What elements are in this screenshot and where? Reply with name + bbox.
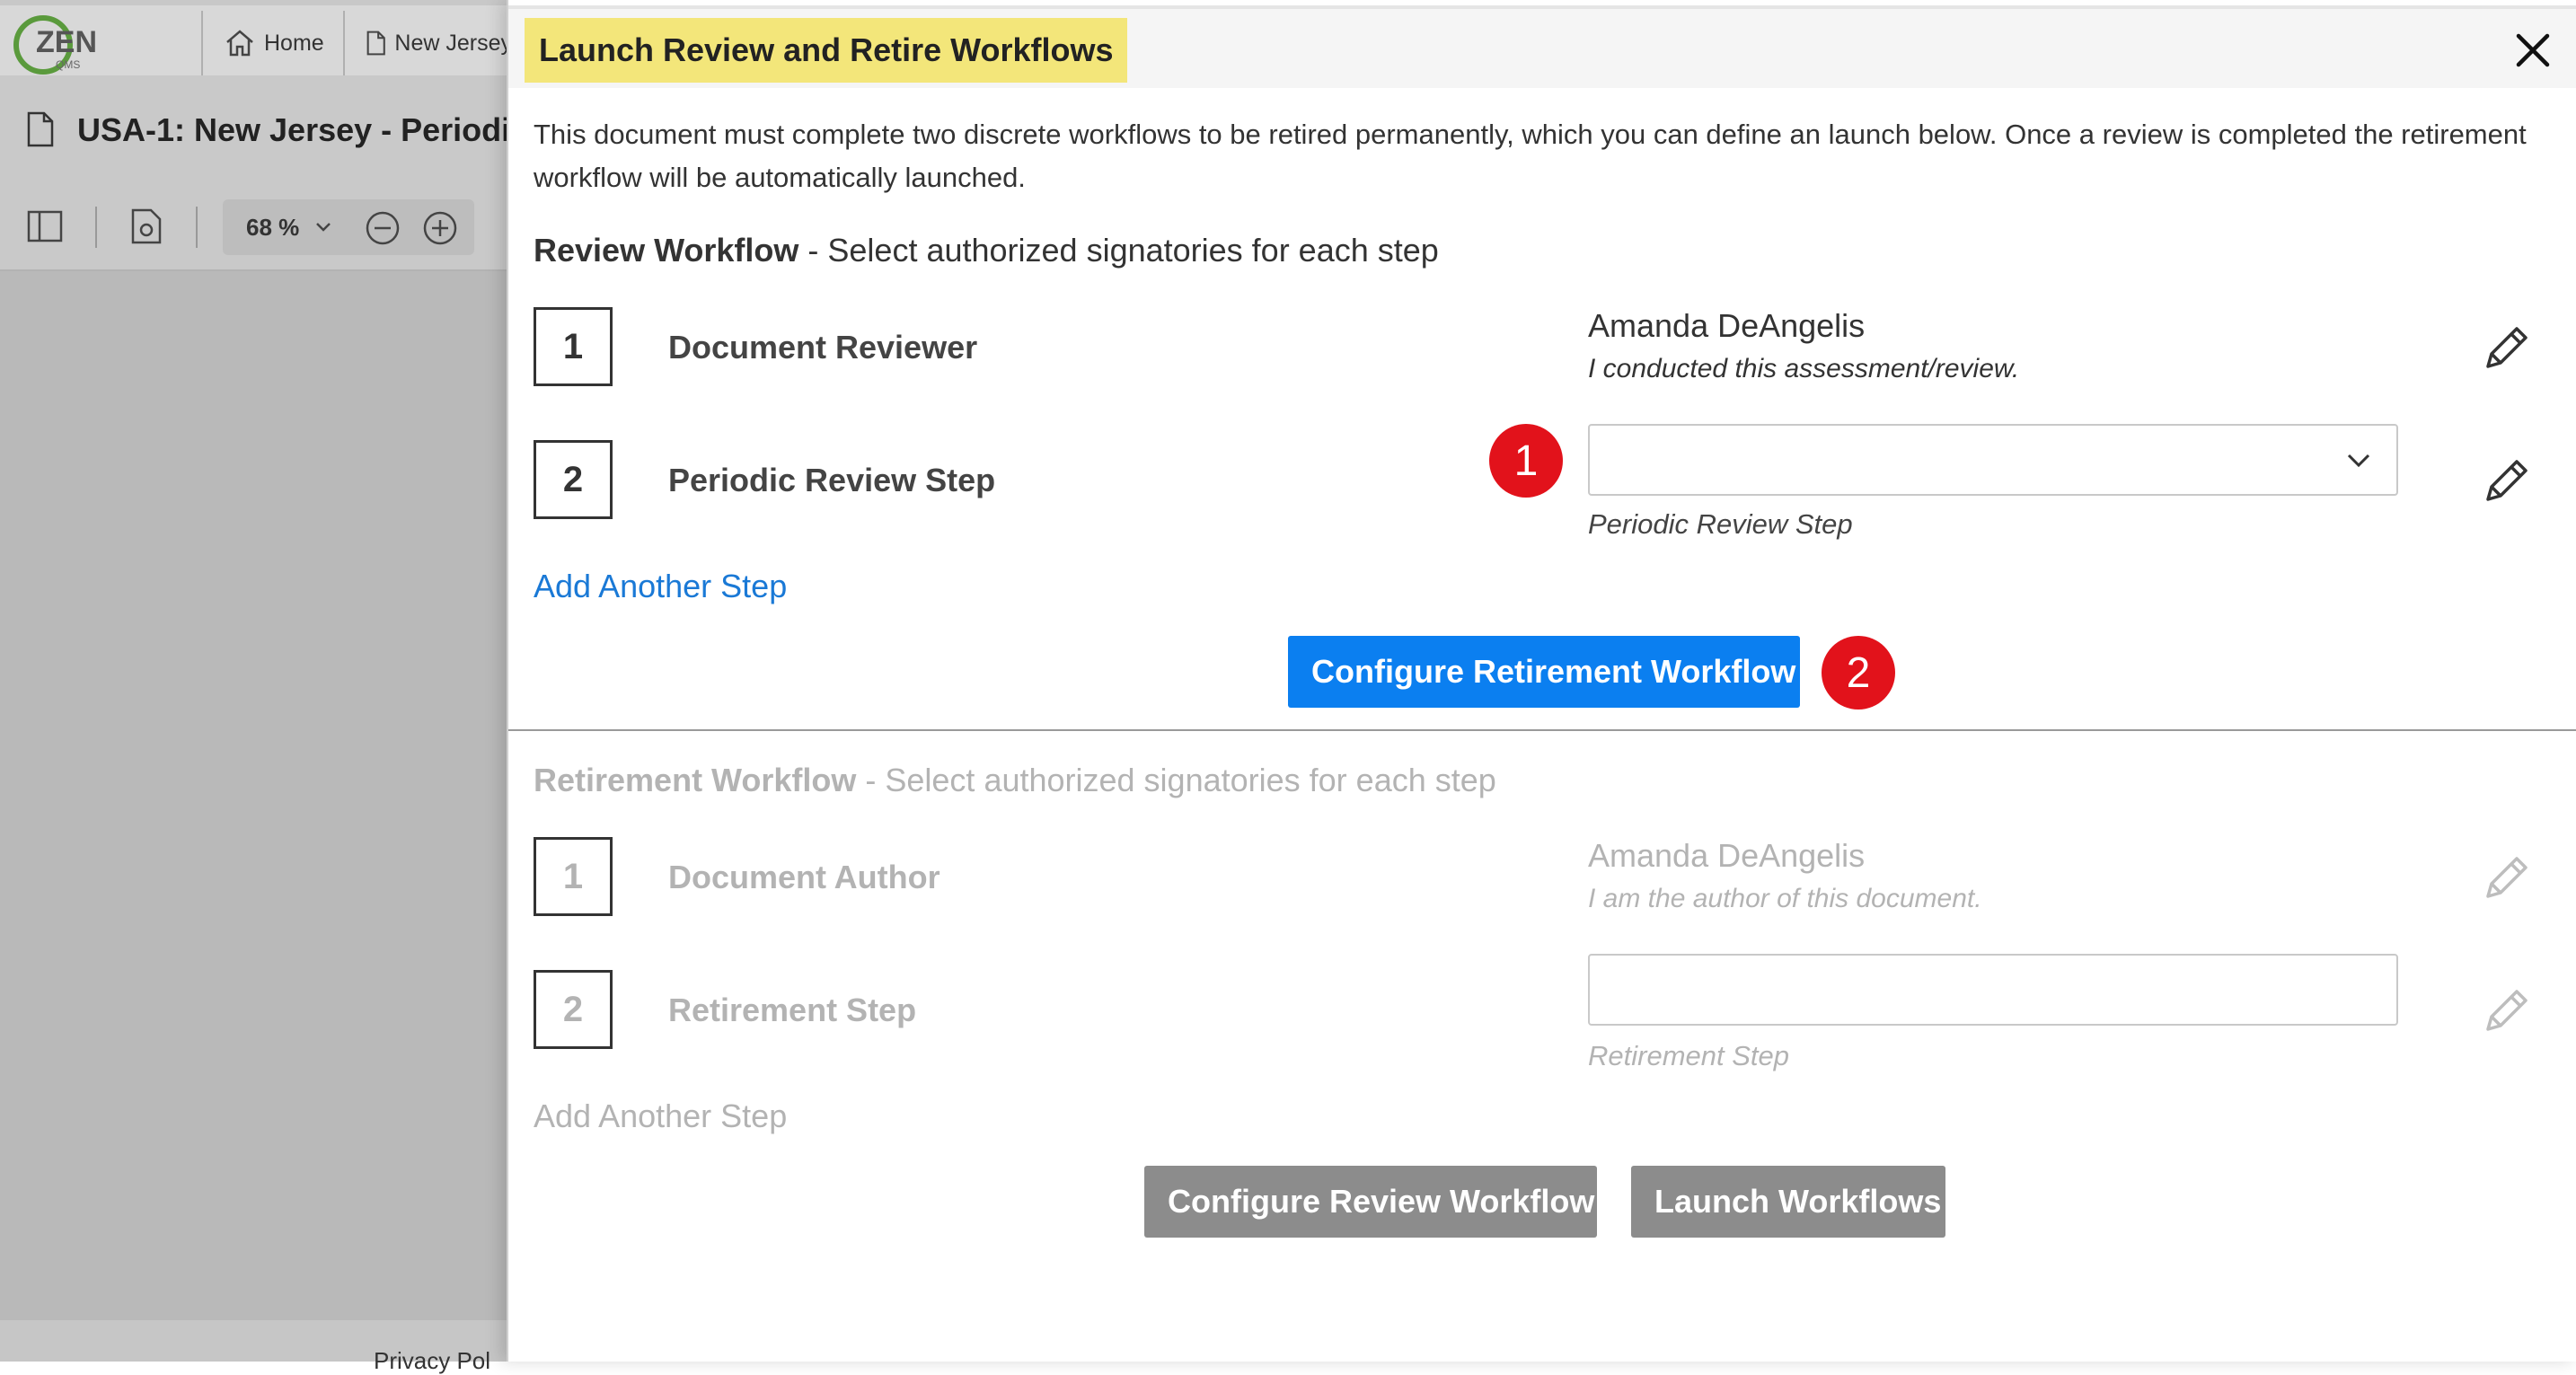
review-step-2-number: 2 — [534, 440, 613, 519]
review-workflow-heading: Review Workflow — [534, 232, 799, 269]
edit-pencil-icon — [2486, 990, 2527, 1031]
nav-tab-document[interactable]: New Jersey — [343, 11, 512, 75]
retirement-step-1-number: 1 — [534, 837, 613, 916]
retirement-workflow-heading: Retirement Workflow — [534, 762, 857, 798]
retirement-step-hint: Retirement Step — [1588, 1040, 1789, 1071]
review-step-1-signer: Amanda DeAngelis — [1588, 307, 1866, 344]
document-icon — [27, 111, 54, 147]
review-step-1-number: 1 — [534, 307, 613, 386]
top-navigation: ZEN QMS Home New Jersey — [0, 0, 512, 75]
zen-qms-logo[interactable]: ZEN QMS — [13, 13, 95, 75]
callout-badge-1: 1 — [1489, 424, 1563, 498]
zoom-control: 68 % — [223, 199, 474, 255]
edit-pencil-icon — [2486, 857, 2527, 898]
retirement-workflow-subheading: - Select authorized signatories for each… — [856, 762, 1496, 798]
dialog-description: This document must complete two discrete… — [534, 119, 2527, 193]
retirement-step-1-label: Document Author — [668, 859, 940, 895]
periodic-review-hint: Periodic Review Step — [1588, 508, 1853, 540]
launch-workflows-button[interactable]: Launch Workflows — [1631, 1166, 1945, 1238]
section-divider — [508, 729, 2576, 731]
document-header: USA-1: New Jersey - Periodic — [0, 75, 528, 183]
retirement-step-1-signer: Amanda DeAngelis — [1588, 837, 1866, 874]
periodic-review-signer-select[interactable] — [1588, 424, 2398, 496]
document-toolbar: 68 % — [0, 183, 512, 271]
zoom-out-icon[interactable] — [365, 210, 401, 246]
retirement-step-2-label: Retirement Step — [668, 992, 917, 1028]
home-icon — [226, 30, 253, 57]
background-app: ZEN QMS Home New Jersey USA-1: New Jerse… — [0, 0, 528, 1374]
sidebar-toggle-icon[interactable] — [27, 210, 63, 242]
nav-tab-document-label: New Jersey — [394, 30, 512, 56]
retirement-workflow-title: Retirement Workflow - Select authorized … — [534, 762, 1496, 799]
close-icon[interactable] — [2511, 29, 2554, 72]
configure-review-workflow-button[interactable]: Configure Review Workflow — [1144, 1166, 1597, 1238]
toolbar-divider — [95, 207, 97, 248]
page-settings-icon[interactable] — [131, 208, 162, 244]
review-step-2-label: Periodic Review Step — [668, 462, 996, 498]
chevron-down-icon[interactable] — [314, 221, 332, 234]
review-step-1-note: I conducted this assessment/review. — [1588, 354, 2020, 383]
retirement-step-2-number: 2 — [534, 970, 613, 1049]
dialog-title: Launch Review and Retire Workflows — [525, 18, 1128, 83]
add-retirement-step-link: Add Another Step — [534, 1097, 788, 1134]
add-review-step-link[interactable]: Add Another Step — [534, 568, 787, 605]
callout-badge-2: 2 — [1822, 636, 1895, 710]
chevron-down-icon — [2347, 454, 2370, 468]
logo-subtext: QMS — [56, 58, 80, 71]
retirement-signer-select — [1588, 954, 2398, 1026]
review-workflow-subheading: - Select authorized signatories for each… — [798, 232, 1439, 269]
document-title: USA-1: New Jersey - Periodic — [77, 111, 529, 148]
nav-tab-home[interactable]: Home — [201, 11, 343, 75]
edit-pencil-icon[interactable] — [2481, 454, 2533, 507]
launch-workflows-dialog: Launch Review and Retire Workflows This … — [507, 0, 2576, 1362]
retirement-step-1-note: I am the author of this document. — [1588, 884, 1982, 913]
review-workflow-title: Review Workflow - Select authorized sign… — [534, 232, 1439, 269]
document-icon — [366, 31, 385, 56]
zoom-level[interactable]: 68 % — [246, 214, 299, 242]
logo-text: ZEN — [36, 25, 95, 59]
toolbar-divider — [196, 207, 198, 248]
dialog-header: Launch Review and Retire Workflows — [508, 5, 2576, 88]
nav-tab-home-label: Home — [264, 30, 324, 56]
configure-retirement-workflow-button[interactable]: Configure Retirement Workflow — [1288, 636, 1800, 708]
review-step-1-label: Document Reviewer — [668, 329, 978, 366]
zoom-in-icon[interactable] — [422, 210, 458, 246]
edit-pencil-icon[interactable] — [2481, 322, 2533, 374]
